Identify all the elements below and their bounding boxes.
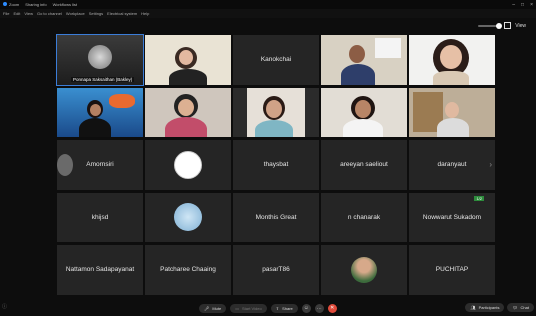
organization-logo — [174, 150, 202, 179]
menu-item[interactable]: Help — [141, 11, 149, 16]
menu-item[interactable]: Electrical system — [107, 11, 137, 16]
participant-name: thaysbat — [263, 161, 289, 169]
participant-tile[interactable]: pasarT86 — [233, 245, 319, 295]
page-indicator: 1/2 — [474, 196, 484, 201]
participant-tile[interactable]: daranyaut — [409, 140, 495, 190]
view-label[interactable]: View — [515, 23, 526, 29]
menu-item[interactable]: File — [3, 11, 9, 16]
camera-icon: ▭ — [235, 305, 239, 311]
participant-name: daranyaut — [437, 161, 467, 169]
participant-tile[interactable]: Amornsiri — [57, 140, 143, 190]
share-icon: ⇪ — [275, 305, 280, 311]
participant-tile[interactable] — [145, 87, 231, 137]
participant-tile[interactable] — [321, 87, 407, 137]
participant-tile[interactable]: Patcharee Chaaing — [145, 245, 231, 295]
maximize-icon[interactable]: □ — [521, 2, 524, 8]
participant-name: areeyan saeliout — [340, 161, 388, 169]
more-icon[interactable]: … — [314, 303, 324, 313]
participant-tile[interactable]: PUCHITAP — [409, 245, 495, 295]
participant-tile[interactable]: Ponnapa Saksaithan (Bakley) — [56, 34, 144, 86]
participant-name: Nattamon Sadapayanat — [65, 266, 135, 274]
participant-name: pasarT86 — [262, 266, 290, 274]
participant-tile[interactable] — [145, 35, 231, 85]
minimize-icon[interactable]: – — [512, 2, 515, 8]
menu-item[interactable]: View — [24, 11, 33, 16]
menu-item[interactable]: Workplace — [66, 11, 85, 16]
end-call-icon[interactable]: ✕ — [327, 303, 337, 313]
participant-tile[interactable]: Nattamon Sadapayanat — [57, 245, 143, 295]
participant-tile[interactable] — [57, 87, 143, 137]
participant-tile[interactable]: n chanarak — [321, 192, 407, 242]
zoom-logo-icon — [3, 2, 7, 6]
participant-name-label: Ponnapa Saksaithan (Bakley) — [71, 76, 135, 82]
meeting-toolbar: 🎤︎ Mute ▭ Start Video ⇪ Share ☺ … ✕ — [0, 300, 536, 316]
participant-name: Patcharee Chaaing — [160, 266, 216, 274]
chat-icon: 💬︎ — [512, 305, 518, 310]
participant-tile[interactable] — [145, 140, 231, 190]
participant-tile[interactable] — [321, 245, 407, 295]
menu-item[interactable]: Edit — [13, 11, 20, 16]
app-title: Zoom — [3, 2, 19, 7]
participant-tile[interactable] — [409, 87, 495, 137]
participant-grid: Ponnapa Saksaithan (Bakley) Kanokchai Amor… — [56, 34, 495, 298]
grid-view-icon[interactable] — [504, 22, 512, 29]
participant-tile[interactable] — [321, 35, 407, 85]
participant-name: Nowwarut Sukadom — [422, 213, 482, 221]
people-icon: 👥︎ — [470, 305, 476, 310]
participants-button[interactable]: 👥︎ Participants — [465, 303, 505, 312]
share-button[interactable]: ⇪ Share — [270, 303, 298, 313]
reactions-icon[interactable]: ☺ — [301, 303, 311, 313]
participant-tile[interactable]: khijsd — [57, 192, 143, 242]
title-bar: Zoom Sharing info Workflows list – □ × — [0, 0, 536, 9]
workflows-item[interactable]: Workflows list — [53, 2, 77, 7]
participant-tile[interactable]: areeyan saeliout — [321, 140, 407, 190]
participant-name: khijsd — [91, 213, 109, 221]
participant-tile[interactable]: Kanokchai — [233, 35, 319, 85]
participant-tile[interactable] — [145, 192, 231, 242]
participant-name: n chanarak — [347, 213, 381, 221]
participant-name: Kanokchai — [260, 56, 292, 64]
participant-tile[interactable] — [233, 87, 319, 137]
next-page-icon[interactable]: › — [489, 160, 492, 169]
participant-tile[interactable] — [409, 35, 495, 85]
chat-button[interactable]: 💬︎ Chat — [507, 303, 534, 312]
participant-tile[interactable]: thaysbat — [233, 140, 319, 190]
sharing-info[interactable]: Sharing info — [25, 2, 46, 7]
zoom-slider[interactable] — [478, 22, 503, 29]
participant-name: Monthis Great — [255, 213, 297, 221]
menu-item[interactable]: Go to channel — [37, 11, 62, 16]
view-controls: View — [478, 22, 526, 29]
close-icon[interactable]: × — [530, 2, 533, 8]
participant-tile[interactable]: Monthis Great — [233, 192, 319, 242]
participant-name: Amornsiri — [86, 161, 114, 169]
menu-bar: File Edit View Go to channel Workplace S… — [0, 9, 536, 18]
mic-icon: 🎤︎ — [204, 305, 210, 311]
start-video-button[interactable]: ▭ Start Video — [230, 303, 267, 313]
participant-name: PUCHITAP — [435, 266, 469, 274]
menu-item[interactable]: Settings — [89, 11, 103, 16]
mute-button[interactable]: 🎤︎ Mute — [199, 303, 227, 313]
